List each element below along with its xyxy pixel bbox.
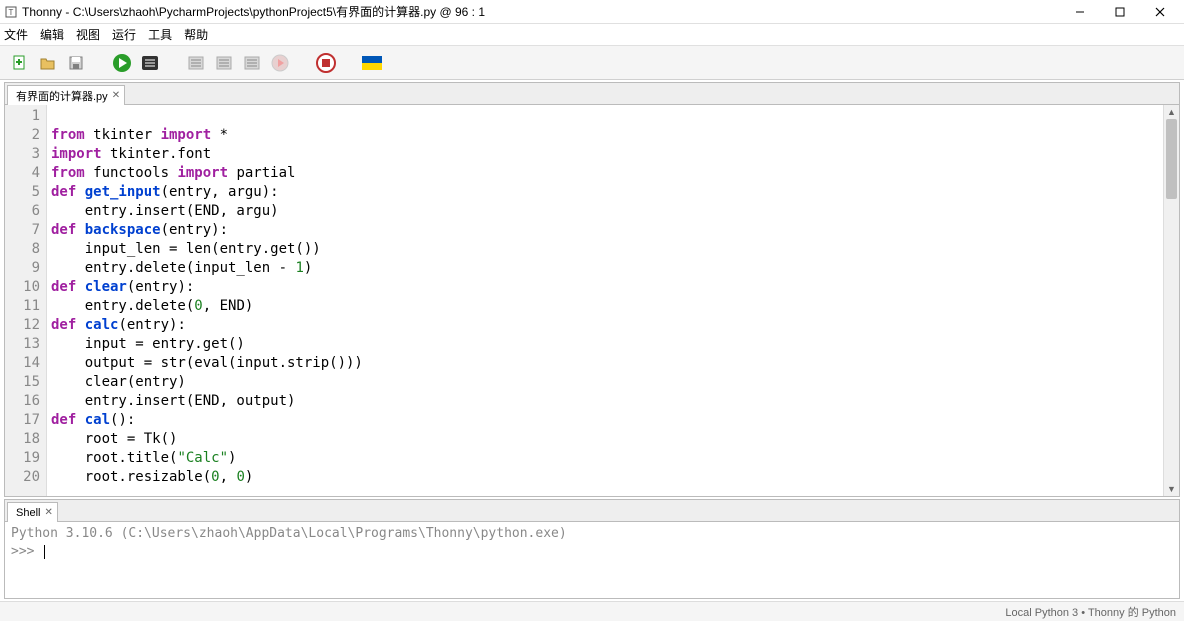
menu-edit[interactable]: 编辑 [40, 26, 64, 43]
code-line: input_len = len(entry.get()) [51, 240, 1159, 259]
code-line: import tkinter.font [51, 145, 1159, 164]
step-into-button[interactable] [212, 51, 236, 75]
step-over-button[interactable] [184, 51, 208, 75]
titlebar: T Thonny - C:\Users\zhaoh\PycharmProject… [0, 0, 1184, 24]
editor-scrollbar[interactable]: ▲ ▼ [1163, 105, 1179, 496]
scroll-thumb[interactable] [1166, 119, 1177, 199]
code-line: input = entry.get() [51, 335, 1159, 354]
app-icon: T [4, 5, 18, 19]
code-line: from tkinter import * [51, 126, 1159, 145]
menu-help[interactable]: 帮助 [184, 26, 208, 43]
editor-panel: 有界面的计算器.py ✕ 1 2 3 4 5 6 7 8 9 10 11 12 … [4, 82, 1180, 497]
interpreter-label[interactable]: Local Python 3 • Thonny 的 Python [1005, 604, 1176, 620]
new-file-button[interactable] [8, 51, 32, 75]
close-icon[interactable]: ✕ [44, 507, 52, 518]
cursor [44, 545, 45, 559]
code-line: root = Tk() [51, 430, 1159, 449]
shell-tab[interactable]: Shell ✕ [7, 502, 58, 522]
menubar: 文件 编辑 视图 运行 工具 帮助 [0, 24, 1184, 46]
code-line: root.resizable(0, 0) [51, 468, 1159, 487]
main-window: T Thonny - C:\Users\zhaoh\PycharmProject… [0, 0, 1184, 621]
code-line: entry.insert(END, argu) [51, 202, 1159, 221]
menu-view[interactable]: 视图 [76, 26, 100, 43]
editor-body[interactable]: 1 2 3 4 5 6 7 8 9 10 11 12 13 14 15 16 1… [5, 105, 1179, 496]
editor-tab[interactable]: 有界面的计算器.py ✕ [7, 85, 125, 105]
code-line: def backspace(entry): [51, 221, 1159, 240]
resume-button[interactable] [268, 51, 292, 75]
svg-text:T: T [9, 8, 14, 17]
shell-tabbar: Shell ✕ [5, 500, 1179, 522]
code-line: from functools import partial [51, 164, 1159, 183]
shell-tab-label: Shell [16, 507, 40, 519]
editor-tab-label: 有界面的计算器.py [16, 88, 108, 104]
code-text[interactable]: from tkinter import *import tkinter.font… [47, 105, 1163, 496]
support-ukraine-button[interactable] [360, 51, 384, 75]
menu-run[interactable]: 运行 [112, 26, 136, 43]
code-line: entry.delete(0, END) [51, 297, 1159, 316]
line-gutter: 1 2 3 4 5 6 7 8 9 10 11 12 13 14 15 16 1… [5, 105, 47, 496]
code-line: def cal(): [51, 411, 1159, 430]
step-out-button[interactable] [240, 51, 264, 75]
code-line: def get_input(entry, argu): [51, 183, 1159, 202]
save-file-button[interactable] [64, 51, 88, 75]
stop-button[interactable] [314, 51, 338, 75]
menu-tools[interactable]: 工具 [148, 26, 172, 43]
menu-file[interactable]: 文件 [4, 26, 28, 43]
close-icon[interactable]: ✕ [112, 90, 120, 101]
code-line: entry.insert(END, output) [51, 392, 1159, 411]
shell-panel: Shell ✕ Python 3.10.6 (C:\Users\zhaoh\Ap… [4, 499, 1180, 599]
toolbar [0, 46, 1184, 80]
code-line: clear(entry) [51, 373, 1159, 392]
code-line: output = str(eval(input.strip())) [51, 354, 1159, 373]
scroll-up-icon[interactable]: ▲ [1164, 105, 1179, 119]
scroll-down-icon[interactable]: ▼ [1164, 482, 1179, 496]
shell-banner: Python 3.10.6 (C:\Users\zhaoh\AppData\Lo… [11, 525, 1173, 543]
run-button[interactable] [110, 51, 134, 75]
code-line: entry.delete(input_len - 1) [51, 259, 1159, 278]
code-line: root.title("Calc") [51, 449, 1159, 468]
editor-tabbar: 有界面的计算器.py ✕ [5, 83, 1179, 105]
code-line [51, 107, 1159, 126]
open-file-button[interactable] [36, 51, 60, 75]
window-title: Thonny - C:\Users\zhaoh\PycharmProjects\… [22, 3, 485, 20]
shell-body[interactable]: Python 3.10.6 (C:\Users\zhaoh\AppData\Lo… [5, 522, 1179, 598]
code-line: def calc(entry): [51, 316, 1159, 335]
statusbar: Local Python 3 • Thonny 的 Python [0, 601, 1184, 621]
shell-prompt-line: >>> [11, 543, 1173, 561]
minimize-button[interactable] [1060, 0, 1100, 24]
close-button[interactable] [1140, 0, 1180, 24]
maximize-button[interactable] [1100, 0, 1140, 24]
debug-button[interactable] [138, 51, 162, 75]
code-line: def clear(entry): [51, 278, 1159, 297]
